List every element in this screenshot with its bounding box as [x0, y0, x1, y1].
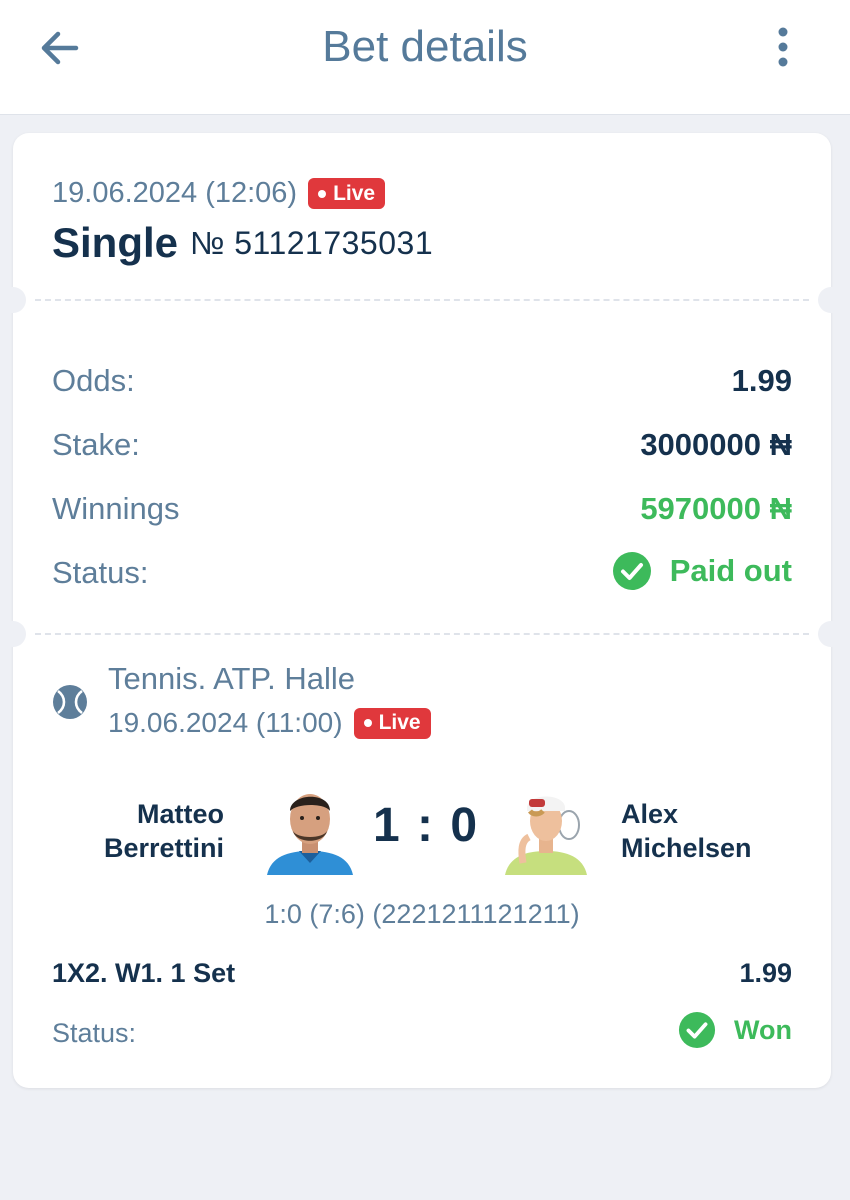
- live-badge: Live: [353, 707, 431, 739]
- player-1-avatar: [263, 781, 357, 875]
- player-1-photo: [263, 781, 357, 875]
- dashed-divider: [35, 633, 809, 635]
- selection-status-label: Status:: [52, 1018, 137, 1048]
- bet-type: Single: [52, 219, 179, 266]
- stake-value: 3000000 ₦: [640, 427, 792, 462]
- live-badge-label: Live: [333, 181, 376, 205]
- tennis-ball-icon: [53, 685, 87, 719]
- more-options-button[interactable]: [768, 24, 798, 70]
- event-date-line: 19.06.2024 (11:00) Live: [108, 707, 431, 739]
- bet-date: 19.06.2024 (12:06): [52, 177, 298, 209]
- status-label: Status:: [52, 555, 149, 590]
- bet-number: № 51121735031: [190, 225, 434, 261]
- status-value-text: Paid out: [669, 553, 792, 588]
- check-circle-icon: [612, 552, 651, 590]
- score-detail: 1:0 (7:6) (2221211121211): [264, 899, 580, 929]
- live-dot-icon: [318, 189, 327, 198]
- player-2-avatar: [499, 781, 593, 875]
- winnings-value: 5970000 ₦: [640, 491, 792, 526]
- bet-card: 19.06.2024 (12:06) Live Single № 5112173…: [0, 133, 844, 1088]
- odds-label: Odds:: [52, 363, 135, 398]
- more-vertical-icon: [778, 27, 788, 67]
- match-score: 1 : 0: [373, 799, 480, 852]
- dashed-divider: [35, 299, 809, 301]
- market-name: 1X2. W1. 1 Set: [52, 958, 236, 988]
- odds-value: 1.99: [731, 363, 792, 398]
- ticket-notch-left: [0, 287, 26, 313]
- status-value: Paid out: [612, 551, 792, 591]
- market-odds: 1.99: [739, 958, 792, 988]
- live-dot-icon: [363, 719, 372, 727]
- page-title: Bet details: [322, 22, 528, 71]
- selection-status-text: Won: [734, 1014, 792, 1045]
- live-badge: Live: [308, 178, 386, 209]
- bet-date-line: 19.06.2024 (12:06) Live: [52, 177, 386, 210]
- player-1-name: Matteo Berrettini: [103, 799, 224, 863]
- live-badge-label: Live: [378, 711, 421, 734]
- ticket-notch-right: [818, 621, 844, 647]
- event-title: Tennis. ATP. Halle: [108, 661, 355, 696]
- check-circle-icon: [678, 1011, 716, 1049]
- player-2-name: Alex Michelsen: [621, 799, 752, 863]
- player-2-photo: [499, 781, 593, 875]
- winnings-label: Winnings: [52, 491, 180, 526]
- selection-status-value: Won: [678, 1011, 792, 1049]
- ticket-notch-right: [818, 287, 844, 313]
- event-date: 19.06.2024 (11:00): [108, 707, 343, 738]
- top-app-bar: Bet details: [0, 0, 850, 115]
- stake-label: Stake:: [52, 427, 140, 462]
- ticket-notch-left: [0, 621, 26, 647]
